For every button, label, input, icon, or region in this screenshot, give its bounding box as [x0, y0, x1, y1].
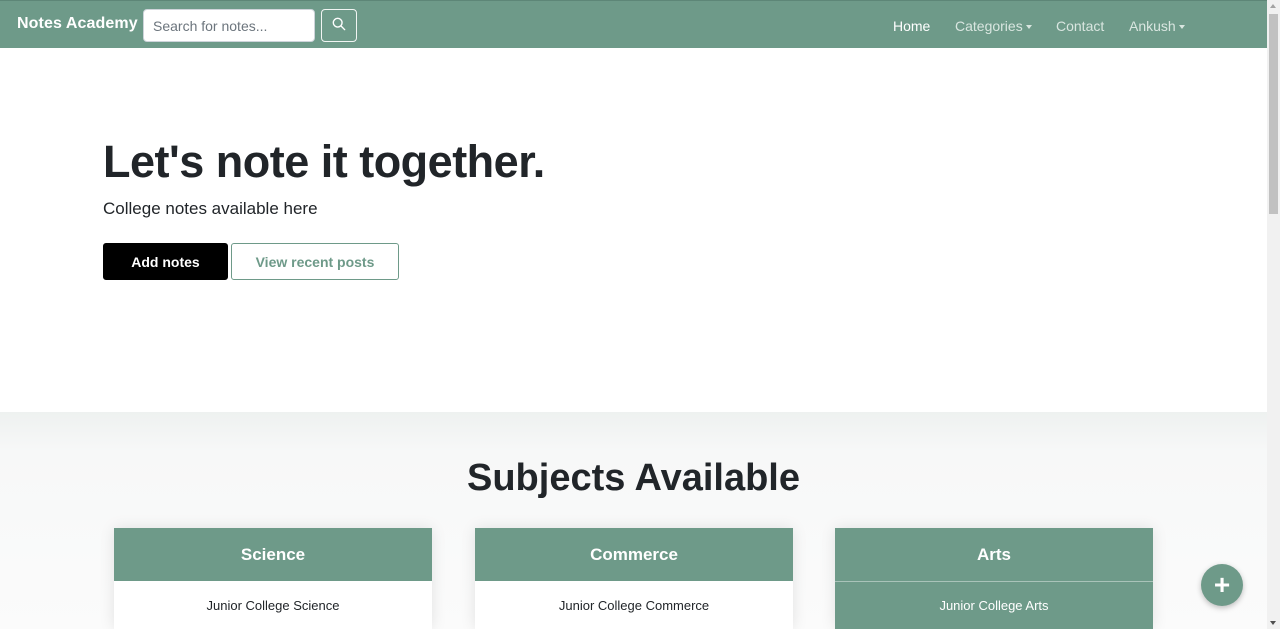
plus-icon: +	[1213, 569, 1231, 600]
chevron-down-icon	[1178, 25, 1185, 29]
nav-user-name: Ankush	[1129, 18, 1176, 34]
card-header: Arts	[835, 528, 1153, 581]
card-list-item[interactable]: Junior College Science	[114, 581, 432, 629]
add-notes-button[interactable]: Add notes	[103, 243, 228, 280]
add-floating-button[interactable]: +	[1201, 564, 1243, 606]
navbar: Notes Academy Home Categories Contact An…	[0, 0, 1267, 48]
nav-link-categories-dropdown[interactable]: Categories	[955, 18, 1032, 34]
card-header: Commerce	[475, 528, 793, 581]
brand-logo-text[interactable]: Notes Academy	[17, 15, 138, 33]
scrollbar-thumb[interactable]	[1269, 14, 1278, 214]
nav-link-home[interactable]: Home	[893, 18, 930, 34]
subject-card-science: Science Junior College Science	[114, 528, 432, 629]
subject-card-commerce: Commerce Junior College Commerce	[475, 528, 793, 629]
chevron-down-icon	[1025, 25, 1032, 29]
hero-title: Let's note it together.	[103, 136, 545, 187]
nav-link-contact-label: Contact	[1056, 18, 1105, 34]
subject-card-arts: Arts Junior College Arts	[835, 528, 1153, 629]
nav-user-dropdown[interactable]: Ankush	[1129, 18, 1185, 34]
nav-link-home-label: Home	[893, 18, 931, 34]
card-list-item[interactable]: Junior College Commerce	[475, 581, 793, 629]
subjects-title: Subjects Available	[467, 457, 800, 499]
hero-subtitle: College notes available here	[103, 199, 318, 218]
view-recent-posts-button[interactable]: View recent posts	[231, 243, 399, 280]
search-input[interactable]	[143, 9, 315, 42]
nav-link-categories-label: Categories	[955, 18, 1023, 34]
card-list-item[interactable]: Junior College Arts	[835, 581, 1153, 629]
search-button[interactable]	[321, 9, 357, 42]
scroll-down-icon[interactable]	[1270, 621, 1276, 625]
nav-link-contact[interactable]: Contact	[1056, 18, 1104, 34]
scroll-up-icon[interactable]	[1270, 4, 1276, 8]
search-icon	[332, 17, 346, 34]
vertical-scrollbar[interactable]	[1267, 0, 1280, 629]
card-header: Science	[114, 528, 432, 581]
